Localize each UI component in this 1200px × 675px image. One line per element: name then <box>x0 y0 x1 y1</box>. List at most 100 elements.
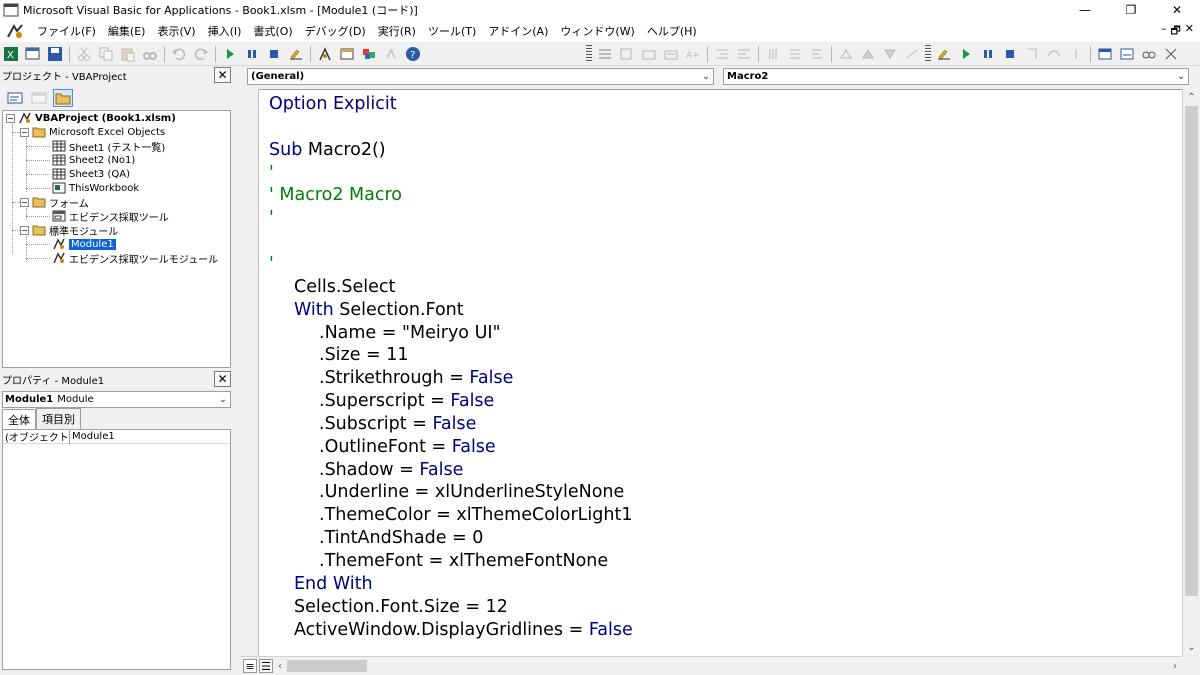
tree-node-sheet3[interactable]: Sheet3 (QA) <box>52 167 130 181</box>
immediate-window-icon[interactable] <box>1117 45 1137 63</box>
view-code-icon[interactable] <box>5 89 25 107</box>
step-over-icon[interactable] <box>1044 45 1064 63</box>
horizontal-scroll-thumb[interactable] <box>287 660 367 672</box>
collapse-icon[interactable]: − <box>20 127 29 137</box>
reset-icon-2[interactable] <box>1000 45 1020 63</box>
tree-node-modules[interactable]: − 標準モジュール <box>20 223 118 238</box>
full-module-view-icon[interactable]: ☰ <box>259 659 273 673</box>
code-line[interactable]: Cells.Select <box>294 276 395 298</box>
property-value[interactable]: Module1 <box>70 431 115 442</box>
collapse-icon[interactable]: − <box>6 113 15 123</box>
chevron-down-icon[interactable]: ⌄ <box>699 71 713 82</box>
code-line[interactable]: .Name = "Meiryo UI" <box>319 322 501 344</box>
code-line[interactable]: .Shadow = False <box>319 459 463 481</box>
toggle-folders-icon[interactable] <box>53 89 73 107</box>
object-browser-icon[interactable] <box>359 45 379 63</box>
break-icon[interactable] <box>242 45 262 63</box>
list-properties-icon[interactable] <box>595 45 615 63</box>
code-line[interactable]: .TintAndShade = 0 <box>319 527 483 549</box>
vertical-scroll-thumb[interactable] <box>1185 106 1198 596</box>
copy-icon[interactable] <box>96 45 116 63</box>
tree-node-thisworkbook[interactable]: ThisWorkbook <box>52 181 139 195</box>
scroll-down-icon[interactable]: ⌄ <box>1183 639 1200 656</box>
mdi-restore-button[interactable]: 🗗 <box>1170 22 1180 41</box>
tree-node-evidence-module[interactable]: エビデンス採取ツールモジュール <box>52 251 218 266</box>
help-icon[interactable]: ? <box>403 45 423 63</box>
code-line[interactable]: ActiveWindow.DisplayGridlines = False <box>294 619 633 641</box>
chevron-down-icon[interactable]: ⌄ <box>216 394 230 405</box>
toolbar-grip[interactable] <box>925 44 931 63</box>
properties-window-icon[interactable] <box>337 45 357 63</box>
toggle-bookmark-icon[interactable] <box>836 45 856 63</box>
paste-icon[interactable] <box>118 45 138 63</box>
vertical-scrollbar[interactable]: ⌃ ⌄ <box>1182 89 1200 656</box>
menu-insert[interactable]: 挿入(I) <box>202 23 248 39</box>
property-row[interactable]: (オブジェクト名) Module1 <box>3 429 230 444</box>
minimize-button[interactable]: — <box>1062 0 1108 20</box>
procedure-view-icon[interactable]: ≡ <box>243 659 257 673</box>
outdent-icon[interactable] <box>734 45 754 63</box>
procedure-combo[interactable]: Macro2 ⌄ <box>723 68 1189 85</box>
design-mode-icon-2[interactable] <box>934 45 954 63</box>
horizontal-scrollbar[interactable]: ≡ ☰ ‹ › <box>241 656 1182 675</box>
properties-close-icon[interactable]: ✕ <box>214 371 231 387</box>
code-line[interactable]: .Size = 11 <box>319 344 409 366</box>
watch-window-icon[interactable] <box>1139 45 1159 63</box>
call-stack-icon[interactable] <box>1161 45 1181 63</box>
toolbox-icon[interactable] <box>381 45 401 63</box>
cut-icon[interactable] <box>74 45 94 63</box>
restore-button[interactable]: ❐ <box>1108 0 1154 20</box>
code-line[interactable]: .Subscript = False <box>319 413 476 435</box>
project-explorer-icon[interactable] <box>315 45 335 63</box>
uncomment-block-icon[interactable] <box>807 45 827 63</box>
menu-format[interactable]: 書式(O) <box>247 23 298 39</box>
scroll-up-icon[interactable]: ⌃ <box>1183 89 1200 106</box>
list-constants-icon[interactable] <box>617 45 637 63</box>
code-line[interactable]: .Underline = xlUnderlineStyleNone <box>319 481 624 503</box>
redo-icon[interactable] <box>191 45 211 63</box>
next-bookmark-icon[interactable] <box>858 45 878 63</box>
menu-edit[interactable]: 編集(E) <box>102 23 152 39</box>
toggle-breakpoint-icon[interactable] <box>763 45 783 63</box>
scroll-right-icon[interactable]: › <box>1168 661 1182 672</box>
indicator-margin[interactable] <box>241 89 259 656</box>
menu-tools[interactable]: ツール(T) <box>422 23 482 39</box>
code-line[interactable]: ' <box>269 162 274 184</box>
scroll-left-icon[interactable]: ‹ <box>273 661 287 672</box>
code-line[interactable]: With Selection.Font <box>294 299 464 321</box>
code-line[interactable]: ' <box>269 253 274 275</box>
code-editor[interactable]: Option Explicit Sub Macro2() ' ' Macro2 Mac… <box>259 89 1182 656</box>
run-icon-2[interactable] <box>956 45 976 63</box>
code-line[interactable]: .ThemeFont = xlThemeFontNone <box>319 550 608 572</box>
collapse-icon[interactable]: − <box>20 225 29 235</box>
code-line[interactable]: .Superscript = False <box>319 390 494 412</box>
excel-view-icon[interactable]: X <box>1 45 21 63</box>
collapse-icon[interactable]: − <box>20 197 29 207</box>
complete-word-icon[interactable]: A+ <box>683 45 703 63</box>
tree-node-sheet2[interactable]: Sheet2 (No1) <box>52 153 135 167</box>
step-out-icon[interactable] <box>1066 45 1086 63</box>
mdi-minimize-button[interactable]: – <box>1161 22 1167 41</box>
locals-window-icon[interactable] <box>1095 45 1115 63</box>
menu-file[interactable]: ファイル(F) <box>31 23 102 39</box>
clear-bookmarks-icon[interactable] <box>902 45 922 63</box>
tree-node-vbaproject[interactable]: − VBAProject (Book1.xlsm) <box>6 111 176 125</box>
vba-project-icon[interactable] <box>5 22 25 40</box>
break-icon-2[interactable] <box>978 45 998 63</box>
save-icon[interactable] <box>45 45 65 63</box>
run-icon[interactable] <box>220 45 240 63</box>
code-line[interactable]: Sub Macro2() <box>269 139 386 161</box>
close-button[interactable]: ✕ <box>1154 0 1200 20</box>
menu-view[interactable]: 表示(V) <box>151 23 201 39</box>
tree-node-sheet1[interactable]: Sheet1 (テスト一覧) <box>52 139 165 154</box>
code-line[interactable]: .Strikethrough = False <box>319 367 513 389</box>
indent-icon[interactable] <box>712 45 732 63</box>
toolbar-grip[interactable] <box>586 44 592 63</box>
comment-block-icon[interactable] <box>785 45 805 63</box>
chevron-down-icon[interactable]: ⌄ <box>1174 71 1188 82</box>
previous-bookmark-icon[interactable] <box>880 45 900 63</box>
code-line[interactable]: Option Explicit <box>269 93 397 115</box>
code-line[interactable]: ' Macro2 Macro <box>269 184 402 206</box>
code-line[interactable]: Selection.Font.Size = 12 <box>294 596 508 618</box>
tab-alphabetic[interactable]: 全体 <box>2 409 36 430</box>
